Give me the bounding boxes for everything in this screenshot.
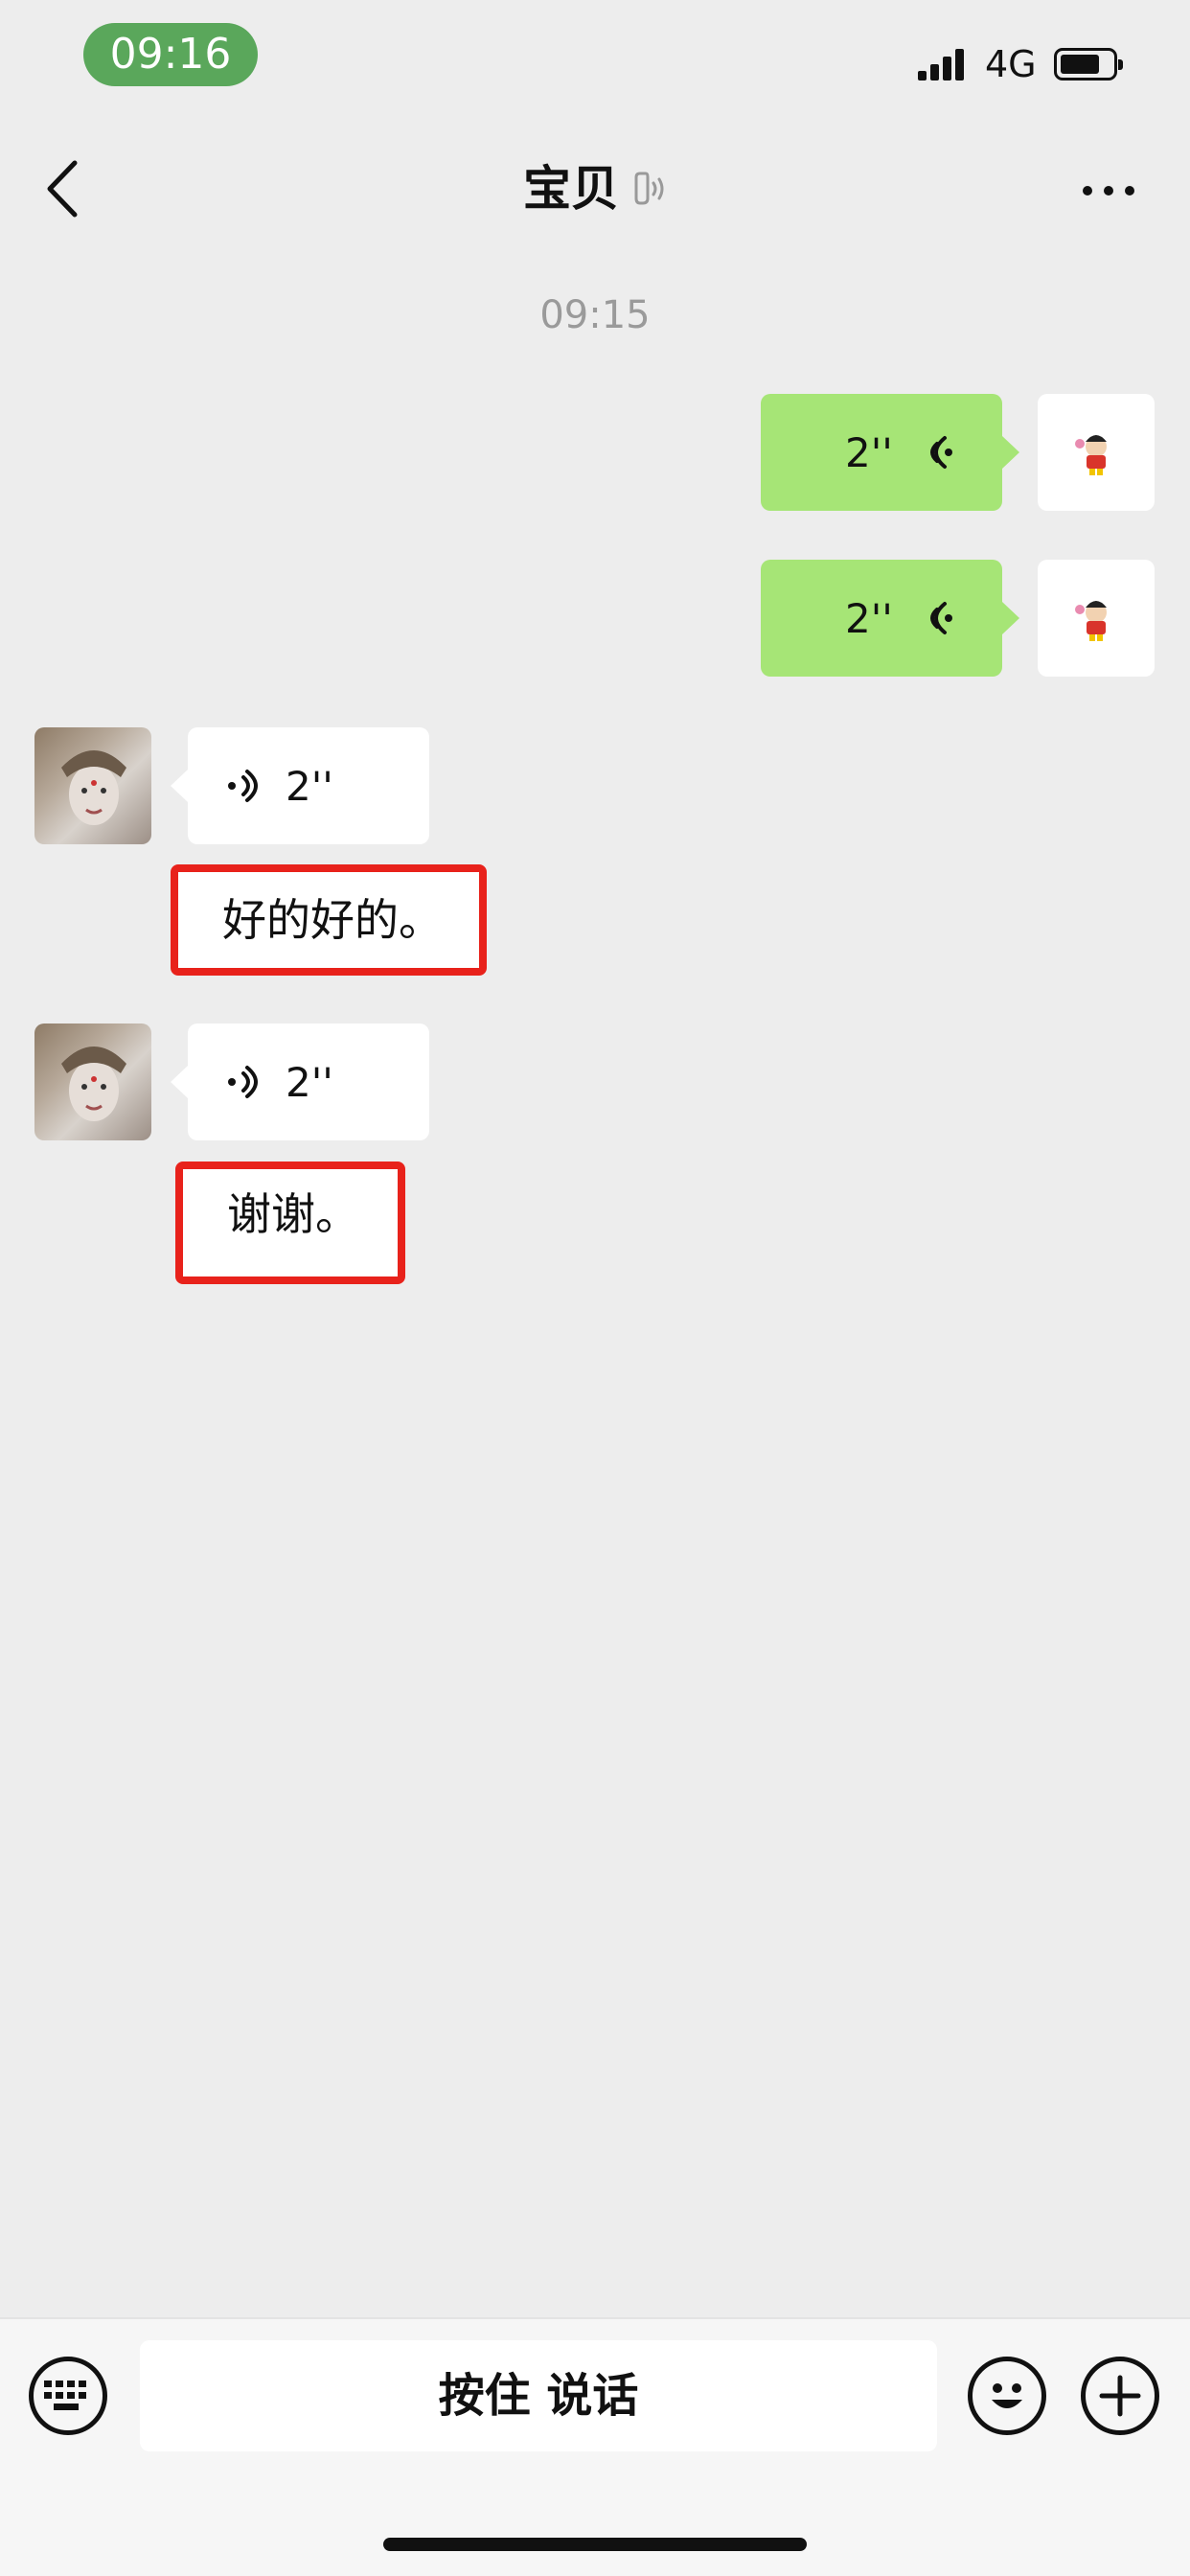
signal-icon xyxy=(918,48,968,80)
cartoon-avatar-icon xyxy=(1075,435,1107,475)
voice-duration: 2'' xyxy=(845,428,893,476)
voice-transcript[interactable]: 好的好的。 xyxy=(171,864,487,976)
person-photo-icon xyxy=(61,750,126,825)
voice-wave-icon xyxy=(930,602,952,634)
friend-avatar[interactable] xyxy=(34,727,151,844)
outgoing-voice-message[interactable]: 2'' xyxy=(761,394,1019,511)
network-type: 4G xyxy=(985,43,1037,85)
battery-icon xyxy=(1054,48,1123,80)
home-indicator[interactable] xyxy=(383,2538,807,2551)
outgoing-voice-message[interactable]: 2'' xyxy=(761,560,1019,677)
chat-title-bar: 宝贝 xyxy=(0,153,1190,224)
hold-to-talk-button[interactable]: 按住 说话 xyxy=(140,2340,937,2451)
my-avatar[interactable] xyxy=(1038,560,1155,677)
voice-wave-icon xyxy=(930,436,952,469)
friend-avatar[interactable] xyxy=(34,1024,151,1140)
ellipsis-icon xyxy=(1083,186,1092,196)
voice-wave-icon xyxy=(228,1066,258,1098)
voice-transcript[interactable]: 谢谢。 xyxy=(175,1162,405,1284)
transcript-text: 好的好的。 xyxy=(222,894,443,946)
keyboard-icon xyxy=(44,2380,86,2410)
incoming-voice-message[interactable]: 2'' xyxy=(171,727,429,844)
keyboard-button[interactable] xyxy=(29,2357,107,2435)
more-button[interactable] xyxy=(1079,172,1138,207)
earpiece-mode-icon xyxy=(634,172,664,205)
transcript-text: 谢谢。 xyxy=(227,1188,359,1240)
voice-wave-icon xyxy=(228,770,258,802)
voice-duration: 2'' xyxy=(286,1058,333,1106)
emoji-button[interactable] xyxy=(968,2357,1046,2435)
page-title: 宝贝 xyxy=(523,161,619,217)
cartoon-avatar-icon xyxy=(1075,601,1107,641)
chat-screen: 09:16 4G 宝贝 09:15 2'' 2'' 2'' 好的好的。 2'' … xyxy=(0,0,1190,2576)
voice-duration: 2'' xyxy=(845,594,893,642)
my-avatar[interactable] xyxy=(1038,394,1155,511)
incoming-voice-message[interactable]: 2'' xyxy=(171,1024,429,1140)
emoji-icon xyxy=(992,2383,1022,2408)
message-timestamp: 09:15 xyxy=(539,293,651,337)
voice-duration: 2'' xyxy=(286,762,333,810)
plus-button[interactable] xyxy=(1081,2357,1159,2435)
status-time: 09:16 xyxy=(83,23,258,86)
person-photo-icon xyxy=(61,1046,126,1121)
plus-icon xyxy=(1099,2375,1141,2417)
